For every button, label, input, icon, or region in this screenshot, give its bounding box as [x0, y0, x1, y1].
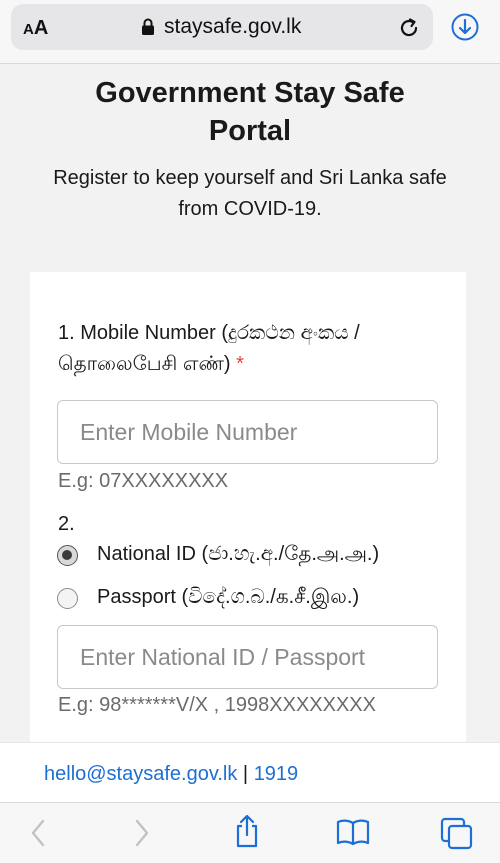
back-icon[interactable] — [28, 817, 48, 854]
national-id-label: National ID (ජා.හැ.අ./தே.அ.அ.) — [97, 543, 380, 565]
required-marker: * — [236, 353, 244, 375]
url-text[interactable]: staysafe.gov.lk — [164, 15, 301, 39]
id-section-number: 2. — [58, 513, 75, 535]
passport-label: Passport (විදේ.ග.බ./க.சீ.இல.) — [97, 586, 360, 608]
footer-phone-link[interactable]: 1919 — [254, 763, 299, 785]
id-hint: E.g: 98*******V/X , 1998XXXXXXXX — [58, 694, 376, 716]
national-id-radio[interactable] — [57, 545, 78, 566]
page-subtitle: Register to keep yourself and Sri Lanka … — [53, 167, 447, 220]
address-bar[interactable]: AA staysafe.gov.lk — [11, 4, 433, 50]
page-footer: hello@staysafe.gov.lk | 1919 — [0, 742, 500, 802]
national-id-option[interactable]: National ID (ජා.හැ.අ./தே.அ.அ.) — [57, 543, 379, 568]
passport-radio[interactable] — [57, 588, 78, 609]
download-icon[interactable] — [450, 12, 480, 47]
footer-separator: | — [242, 763, 249, 785]
mobile-number-label: 1. Mobile Number (දුරකථන අංකය / தொலைபேசி… — [58, 318, 428, 380]
registration-form-card: 1. Mobile Number (දුරකථන අංකය / தொலைபேசி… — [30, 272, 466, 752]
mobile-number-label-text: 1. Mobile Number (දුරකථන අංකය / தொலைபேசி… — [58, 322, 360, 375]
browser-address-bar-container: AA staysafe.gov.lk — [0, 0, 500, 64]
footer-email-link[interactable]: hello@staysafe.gov.lk — [44, 763, 237, 785]
reload-icon[interactable] — [397, 16, 421, 45]
footer-contact: hello@staysafe.gov.lk | 1919 — [44, 763, 298, 786]
national-id-passport-input[interactable] — [57, 625, 438, 689]
forward-icon[interactable] — [132, 817, 152, 854]
lock-icon — [141, 18, 155, 41]
text-size-large-label: A — [33, 17, 49, 39]
share-icon[interactable] — [232, 813, 262, 854]
text-size-small-label: A — [23, 21, 34, 38]
text-size-button[interactable]: AA — [23, 17, 48, 40]
mobile-number-hint: E.g: 07XXXXXXXX — [58, 470, 229, 492]
tabs-icon[interactable] — [440, 817, 474, 856]
bookmarks-icon[interactable] — [336, 817, 370, 852]
mobile-number-input[interactable] — [57, 400, 438, 464]
passport-option[interactable]: Passport (විදේ.ග.බ./க.சீ.இல.) — [57, 586, 359, 611]
browser-toolbar — [0, 802, 500, 863]
page-title: Government Stay Safe Portal — [95, 77, 405, 147]
